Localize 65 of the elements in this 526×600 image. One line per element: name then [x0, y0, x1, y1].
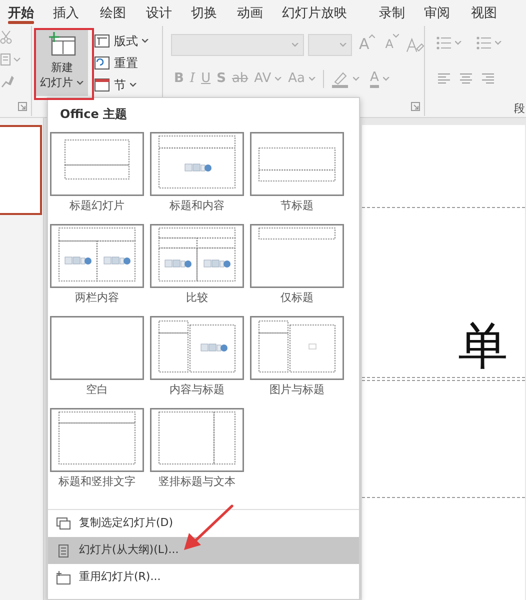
layout-option[interactable]: 空白	[50, 316, 144, 408]
ribbon-tab[interactable]: 绘图	[100, 2, 126, 24]
ribbon-tab[interactable]: 录制	[379, 2, 405, 24]
caret-icon	[382, 77, 390, 81]
ribbon-tab[interactable]: 设计	[146, 2, 172, 24]
new-slide-icon	[48, 32, 76, 56]
caret-up-icon	[369, 34, 376, 38]
bulleted-list-icon	[436, 36, 451, 50]
align-right-icon[interactable]	[481, 72, 495, 84]
reset-icon	[94, 56, 110, 70]
align-left-icon[interactable]	[437, 72, 451, 84]
clear-formatting-icon[interactable]	[406, 37, 424, 53]
numbered-list-icon	[476, 36, 491, 50]
slides-from-outline-item[interactable]: 幻灯片(从大纲)(L)...	[48, 537, 359, 564]
align-center-icon[interactable]	[459, 72, 473, 84]
caret-icon	[353, 77, 360, 81]
caret-icon	[292, 43, 299, 47]
font-name-field[interactable]	[171, 34, 304, 56]
menu-header: Office 主题	[59, 106, 128, 123]
slide-reset-button[interactable]: 重置	[92, 52, 151, 74]
caret-icon	[309, 77, 316, 81]
layout-option[interactable]: 标题和内容	[150, 132, 244, 224]
layout-icon	[94, 34, 110, 48]
caret-icon	[130, 83, 137, 87]
reuse-slides-item[interactable]: 重用幻灯片(R)...	[48, 564, 359, 591]
caret-icon	[142, 39, 149, 43]
ribbon-tab[interactable]: 视图	[471, 2, 497, 24]
slide-title: 单	[458, 321, 508, 371]
reuse-icon	[56, 570, 71, 584]
dialog-launcher-icon[interactable]	[411, 102, 420, 111]
section-icon	[94, 78, 110, 92]
ribbon-tab[interactable]: 插入	[53, 2, 79, 24]
layout-option[interactable]: 节标题	[250, 132, 344, 224]
highlighter-icon	[331, 70, 349, 88]
slide-thumbnail[interactable]	[0, 125, 42, 215]
caret-icon	[393, 34, 400, 38]
layout-option[interactable]: 比较	[150, 224, 244, 316]
ribbon-tab[interactable]: 幻灯片放映	[282, 2, 347, 24]
ribbon-tab[interactable]: 审阅	[424, 2, 450, 24]
slide-section-button[interactable]: 节	[92, 74, 151, 96]
caret-icon	[77, 80, 84, 84]
ribbon-tab[interactable]: 开始	[8, 2, 34, 24]
slide-layout-button[interactable]: 版式	[92, 30, 151, 52]
caret-icon	[275, 77, 282, 81]
new-slide-button[interactable]: 新建 幻灯片	[36, 30, 88, 96]
dialog-launcher-icon[interactable]	[18, 102, 27, 111]
duplicate-icon	[56, 516, 71, 530]
layout-option[interactable]: 两栏内容	[50, 224, 144, 316]
font-size-field[interactable]	[308, 34, 352, 56]
layout-option[interactable]: 标题幻灯片	[50, 132, 144, 224]
layout-option[interactable]: 内容与标题	[150, 316, 244, 408]
group-label: 段	[514, 103, 525, 117]
caret-icon	[340, 43, 347, 47]
caret-icon	[455, 41, 462, 45]
layout-option[interactable]: 图片与标题	[250, 316, 344, 408]
cut-icon[interactable]	[0, 30, 12, 44]
ribbon-tab[interactable]: 动画	[237, 2, 263, 24]
caret-icon	[495, 41, 502, 45]
layout-option[interactable]: 仅标题	[250, 224, 344, 316]
ribbon-tab[interactable]: 切换	[191, 2, 217, 24]
duplicate-slides-item[interactable]: 复制选定幻灯片(D)	[48, 510, 359, 537]
outline-icon	[56, 544, 71, 558]
copy-icon[interactable]	[0, 52, 22, 66]
layout-option[interactable]: 标题和竖排文字	[50, 408, 144, 500]
layout-option[interactable]: 竖排标题与文本	[150, 408, 244, 500]
